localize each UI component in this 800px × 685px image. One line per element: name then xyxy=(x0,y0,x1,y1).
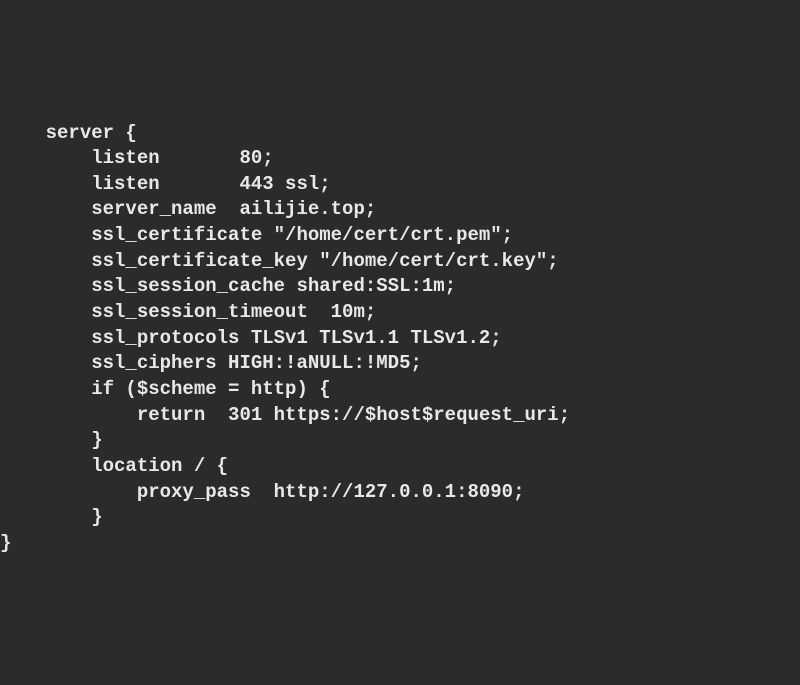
code-line: server_name ailijie.top; xyxy=(0,197,800,223)
code-line: ssl_certificate "/home/cert/crt.pem"; xyxy=(0,223,800,249)
code-line: } xyxy=(0,505,800,531)
code-line: location / { xyxy=(0,454,800,480)
code-line: listen 80; xyxy=(0,146,800,172)
code-line: ssl_session_timeout 10m; xyxy=(0,300,800,326)
code-line: } xyxy=(0,428,800,454)
code-line: ssl_ciphers HIGH:!aNULL:!MD5; xyxy=(0,351,800,377)
code-line: proxy_pass http://127.0.0.1:8090; xyxy=(0,480,800,506)
code-line: ssl_certificate_key "/home/cert/crt.key"… xyxy=(0,249,800,275)
code-line: } xyxy=(0,531,800,557)
code-line: server { xyxy=(0,121,800,147)
code-line: ssl_session_cache shared:SSL:1m; xyxy=(0,274,800,300)
nginx-config-code: server { listen 80; listen 443 ssl; serv… xyxy=(0,121,800,557)
code-line: ssl_protocols TLSv1 TLSv1.1 TLSv1.2; xyxy=(0,326,800,352)
code-line: if ($scheme = http) { xyxy=(0,377,800,403)
code-line: return 301 https://$host$request_uri; xyxy=(0,403,800,429)
code-line: listen 443 ssl; xyxy=(0,172,800,198)
